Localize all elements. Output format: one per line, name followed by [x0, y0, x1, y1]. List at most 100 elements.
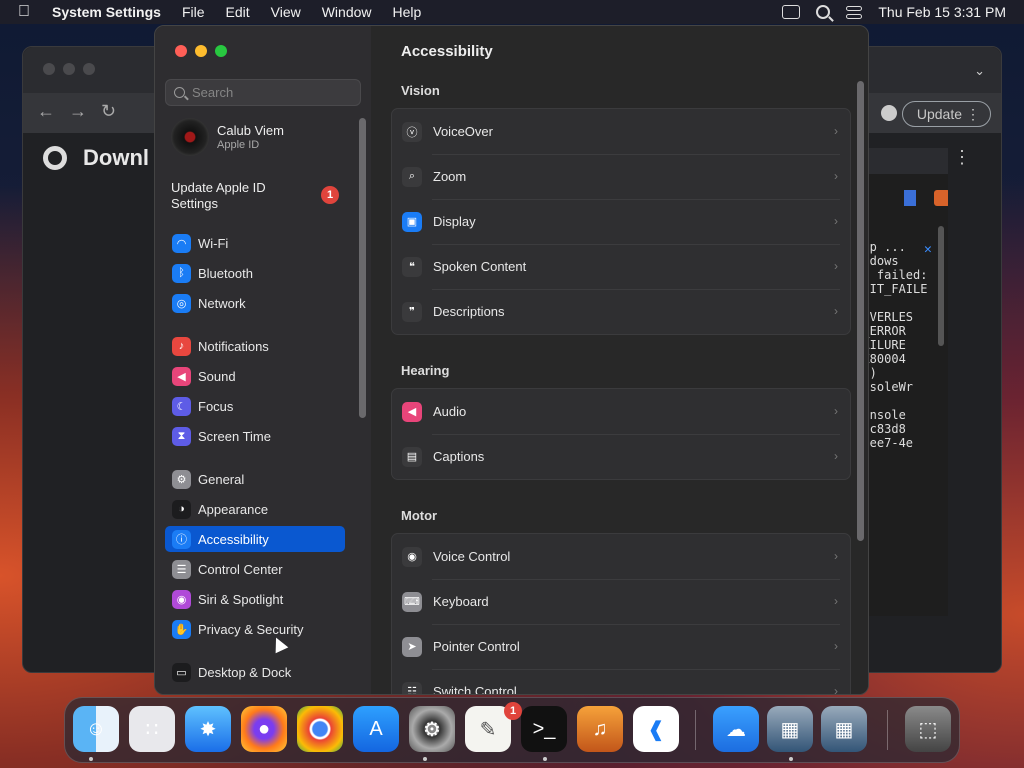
menu-window[interactable]: Window — [322, 4, 372, 20]
menubar-clock[interactable]: Thu Feb 15 3:31 PM — [878, 4, 1006, 20]
page-menu-icon[interactable]: ⋮ — [953, 147, 971, 168]
sidebar-item-label: Notifications — [198, 338, 269, 354]
sidebar-item-privacy-security[interactable]: ✋ Privacy & Security — [165, 616, 345, 642]
close-button[interactable] — [175, 45, 187, 57]
tab-search-chevron-icon[interactable]: ⌄ — [974, 63, 985, 79]
chrome-update-button[interactable]: Update — [901, 101, 991, 127]
captions-icon: ▤ — [402, 446, 422, 467]
dock-vscode-icon[interactable]: ❰ — [633, 706, 679, 752]
setting-row-label: Audio — [433, 404, 467, 419]
menu-help[interactable]: Help — [393, 4, 422, 20]
sidebar-item-desktop-dock[interactable]: ▭ Desktop & Dock — [165, 659, 345, 685]
sidebar-item-label: Appearance — [198, 501, 269, 517]
setting-row-keyboard[interactable]: ⌨ Keyboard › — [392, 579, 850, 624]
reload-icon[interactable]: ↻ — [101, 101, 116, 122]
sidebar-item-label: Sound — [198, 368, 236, 384]
dock-safari-icon[interactable]: ✸ — [185, 706, 231, 752]
apple-menu-icon[interactable]:  — [18, 3, 36, 21]
setting-row-zoom[interactable]: ⌕ Zoom › — [392, 154, 850, 199]
sidebar-item-focus[interactable]: ☾ Focus — [165, 393, 345, 419]
menu-app-name[interactable]: System Settings — [52, 4, 161, 20]
setting-row-display[interactable]: ▣ Display › — [392, 199, 850, 244]
dock-trash-icon[interactable]: ⬚ — [905, 706, 951, 752]
section-motor-title: Motor — [401, 508, 438, 523]
chevron-right-icon: › — [834, 259, 838, 273]
sidebar-scrollbar[interactable] — [359, 118, 366, 418]
voice-control-icon: ◉ — [402, 546, 422, 567]
dock-finder-icon[interactable]: ☺ — [73, 706, 119, 752]
settings-main-pane: Accessibility Vision ⓥ VoiceOver › ⌕ Zoom › ▣ D… — [371, 26, 868, 694]
setting-row-pointer-control[interactable]: ➤ Pointer Control › — [392, 624, 850, 669]
audio-icon: ◀ — [402, 401, 422, 422]
setting-row-spoken-content[interactable]: ❝ Spoken Content › — [392, 244, 850, 289]
sidebar-item-siri-spotlight[interactable]: ◉ Siri & Spotlight — [165, 586, 345, 612]
chrome-page-title: Downl — [83, 145, 149, 170]
zoom-button[interactable] — [215, 45, 227, 57]
setting-row-switch-control[interactable]: ☷ Switch Control › — [392, 669, 850, 694]
sidebar-item-bluetooth[interactable]: ᛒ Bluetooth — [165, 260, 345, 286]
setting-row-label: Captions — [433, 449, 485, 464]
back-arrow-icon[interactable]: ← — [37, 101, 55, 122]
menu-edit[interactable]: Edit — [226, 4, 250, 20]
sidebar-item-label: Accessibility — [198, 531, 269, 547]
menu-view[interactable]: View — [271, 4, 301, 20]
extension-icon[interactable] — [934, 190, 948, 206]
menu-file[interactable]: File — [182, 4, 205, 20]
dock-system-settings-icon[interactable]: ⚙ — [409, 706, 455, 752]
dock-app-store-icon[interactable]: A — [353, 706, 399, 752]
sort-icon[interactable] — [904, 190, 916, 206]
setting-row-captions[interactable]: ▤ Captions › — [392, 434, 850, 479]
wifi-icon: ◠ — [172, 233, 191, 253]
sidebar-item-notifications[interactable]: ♪ Notifications — [165, 333, 345, 359]
setting-row-label: VoiceOver — [433, 124, 493, 139]
sidebar-item-network[interactable]: ◎ Network — [165, 290, 345, 316]
setting-row-voiceover[interactable]: ⓥ VoiceOver › — [392, 109, 850, 154]
search-input[interactable] — [192, 85, 352, 100]
update-apple-id-item[interactable]: Update Apple ID Settings — [171, 180, 291, 212]
dock-firefox-icon[interactable]: ● — [241, 706, 287, 752]
profile-icon[interactable] — [881, 105, 897, 121]
apple-id-item[interactable]: Calub Viem Apple ID — [171, 118, 284, 156]
section-hearing-title: Hearing — [401, 363, 450, 378]
sidebar-search[interactable] — [165, 79, 361, 106]
chevron-right-icon: › — [834, 404, 838, 418]
dock-weather-icon[interactable]: ☁ — [713, 706, 759, 752]
sidebar-item-sound[interactable]: ◀ Sound — [165, 363, 345, 389]
sidebar-item-label: Screen Time — [198, 428, 271, 444]
sidebar-item-control-center[interactable]: ☰ Control Center — [165, 556, 345, 582]
sidebar-item-appearance[interactable]: ◑ Appearance — [165, 496, 345, 522]
console-scrollbar[interactable] — [938, 226, 944, 346]
setting-row-voice-control[interactable]: ◉ Voice Control › — [392, 534, 850, 579]
user-subtitle: Apple ID — [217, 139, 260, 151]
sidebar-item-label: Siri & Spotlight — [198, 591, 284, 607]
appearance-icon: ◑ — [172, 499, 191, 519]
hand-icon: ✋ — [172, 619, 191, 639]
setting-row-descriptions[interactable]: ❞ Descriptions › — [392, 289, 850, 334]
update-badge: 1 — [321, 186, 339, 204]
dock-terminal-icon[interactable]: >_ — [521, 706, 567, 752]
control-center-menubar-icon[interactable] — [846, 5, 863, 19]
sidebar-item-label: Desktop & Dock — [198, 664, 292, 680]
main-scrollbar[interactable] — [857, 81, 864, 541]
chevron-right-icon: › — [834, 549, 838, 563]
screen-mirroring-icon[interactable] — [782, 5, 801, 19]
dock-virtualbox-vm-icon[interactable]: ▦ — [821, 706, 867, 752]
running-indicator — [89, 757, 93, 761]
setting-row-audio[interactable]: ◀ Audio › — [392, 389, 850, 434]
forward-arrow-icon[interactable]: → — [69, 101, 87, 122]
dock-garageband-icon[interactable]: ♫ — [577, 706, 623, 752]
chrome-traffic-lights — [43, 63, 95, 75]
dock-virtualbox-icon[interactable]: ▦ — [767, 706, 813, 752]
spotlight-icon[interactable] — [816, 5, 831, 19]
setting-row-label: Keyboard — [433, 594, 489, 609]
dock: ☺ ∷ ✸ ● A ⚙ ✎ >_ ♫ ❰ ☁ ▦ ▦ ⬚ 1 — [64, 697, 960, 763]
sidebar-item-general[interactable]: ⚙ General — [165, 466, 345, 492]
settings-dock-badge: 1 — [504, 702, 522, 720]
sidebar-item-wi-fi[interactable]: ◠ Wi-Fi — [165, 230, 345, 256]
minimize-button[interactable] — [195, 45, 207, 57]
sidebar-item-accessibility[interactable]: ⓘ Accessibility — [165, 526, 345, 552]
dock-chrome-icon[interactable] — [297, 706, 343, 752]
voiceover-icon: ⓥ — [402, 121, 422, 142]
dock-launchpad-icon[interactable]: ∷ — [129, 706, 175, 752]
sidebar-item-screen-time[interactable]: ⧗ Screen Time — [165, 423, 345, 449]
